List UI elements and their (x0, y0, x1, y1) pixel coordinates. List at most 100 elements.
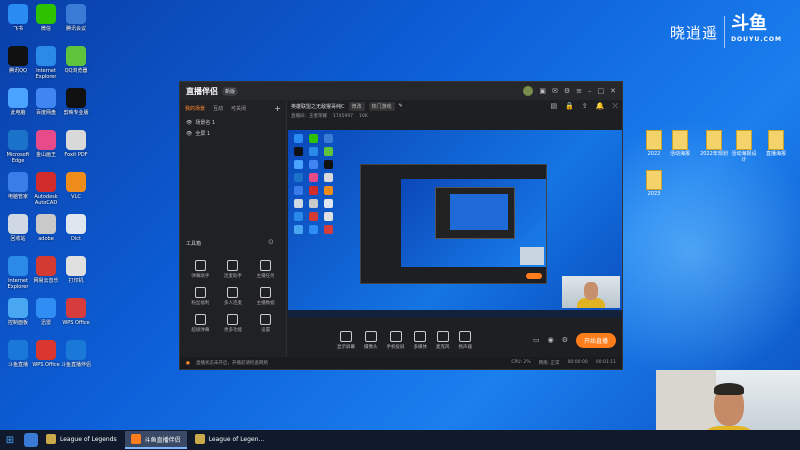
desktop-icon[interactable]: Dict (58, 214, 94, 242)
app-icon (8, 130, 28, 150)
taskbar-item[interactable]: League of Legends (40, 431, 123, 447)
app-icon (66, 46, 86, 66)
desktop-icon[interactable]: WPS Office (58, 298, 94, 326)
source-button[interactable]: 摄像头 (364, 330, 378, 350)
message-icon[interactable]: ✉ (552, 87, 558, 95)
desktop-icon[interactable]: 剪映专业版 (58, 88, 94, 116)
tool-item[interactable]: 粉丝福利 (184, 287, 217, 306)
tab-scenes[interactable]: 我的场景 (185, 105, 205, 112)
gift-icon[interactable]: ▣ (539, 87, 546, 95)
desktop-icon[interactable]: 腾讯会议 (58, 4, 94, 32)
desktop-file[interactable]: 活动海报设计 (730, 130, 758, 163)
source-button[interactable]: 麦克风 (436, 330, 450, 350)
category-select[interactable]: 热门游戏 (368, 101, 395, 111)
eye-icon[interactable]: ◉ (548, 336, 554, 344)
eye-icon[interactable]: 👁 (186, 131, 192, 137)
preview-webcam (562, 276, 620, 308)
tool-item[interactable]: 弹幕助手 (184, 260, 217, 279)
add-scene-icon[interactable]: + (274, 104, 281, 113)
tool-item[interactable]: 设置 (249, 314, 282, 333)
version-badge[interactable]: 新版 (222, 86, 239, 96)
desktop-icon-label: 网易云音乐 (33, 278, 59, 284)
status-bar: ● 直播状态未开启，开播前请检查网络 CPU: 2% 网络: 正常 00:00:… (180, 357, 622, 369)
camera-icon[interactable]: ▭ (533, 336, 540, 344)
desktop-file[interactable]: 2022 (640, 130, 668, 157)
windows-taskbar: ⊞ League of Legends 斗鱼直播伴侣 League of Leg… (0, 430, 800, 450)
tool-item[interactable]: 多人连麦 (217, 287, 250, 306)
avatar[interactable] (523, 86, 534, 96)
desktop-icon-label: adobe (38, 236, 54, 242)
desktop-icon[interactable]: VLC (58, 172, 94, 200)
source-button[interactable]: 显示屏幕 (337, 330, 355, 350)
tool-item[interactable]: 主播任务 (249, 260, 282, 279)
source-icon (459, 330, 472, 342)
taskbar-item[interactable]: 斗鱼直播伴侣 (124, 431, 187, 449)
windows-start-icon[interactable]: ⊞ (0, 430, 20, 450)
desktop-icon-label: 回收站 (10, 236, 26, 242)
taskbar-item-label: League of Legends (60, 435, 117, 443)
lock-icon[interactable]: 🔒 (565, 102, 574, 111)
edit-title-button[interactable]: 修改 (348, 101, 365, 111)
toolbox-settings-icon[interactable]: ⊙ (268, 238, 274, 246)
desktop-icon-label: 飞书 (12, 26, 23, 32)
desktop-icon-label: 腾讯会议 (65, 26, 86, 32)
tool-item[interactable]: 连麦助手 (217, 260, 250, 279)
tool-item[interactable]: 更多功能 (217, 314, 250, 333)
close-icon[interactable]: ✕ (610, 87, 616, 95)
maximize-icon[interactable]: □ (598, 87, 605, 95)
douyu-logo: 斗鱼 DOUYU.COM (724, 15, 782, 48)
taskbar-app-icon (194, 434, 205, 444)
watermark-text: 晓逍遥 (670, 23, 719, 42)
taskbar-item[interactable]: League of Legen... (189, 431, 270, 447)
settings-icon[interactable]: ⚙ (564, 87, 570, 95)
search-icon[interactable] (24, 433, 38, 447)
desktop-icon[interactable]: 打印机 (58, 256, 94, 284)
desktop-icon-label: 迅雷 (40, 320, 51, 326)
app-icon (66, 214, 86, 234)
source-button[interactable]: 手机投屏 (386, 330, 405, 350)
tool-icon (194, 260, 206, 271)
desktop-icon[interactable]: 斗鱼直播伴侣 (58, 340, 94, 368)
tool-label: 超级弹幕 (191, 328, 210, 333)
tab-closable[interactable]: 可关闭 (231, 105, 246, 112)
go-live-button[interactable]: 开始直播 (575, 332, 616, 348)
tool-item[interactable]: 主播数据 (249, 287, 282, 306)
desktop-file[interactable]: 2023 (640, 170, 668, 197)
pencil-icon[interactable]: ✎ (399, 103, 403, 109)
menu-icon[interactable]: ≡ (576, 87, 582, 95)
app-logo: 直播伴侣 (186, 86, 218, 96)
minimize-icon[interactable]: – (588, 87, 592, 95)
tool-icon (260, 314, 272, 325)
notice-icon[interactable]: ▤ (550, 102, 557, 111)
desktop-file[interactable]: 直播海报 (762, 130, 790, 157)
source-label: 手机投屏 (386, 344, 405, 350)
file-label: 2022 (647, 151, 661, 157)
desktop-icon[interactable]: Foxit PDF (58, 130, 94, 158)
app-icon (8, 88, 28, 108)
desktop-icon-label: 腾讯QQ (9, 68, 27, 74)
bell-icon[interactable]: 🔔 (596, 102, 605, 111)
settings-icon[interactable]: ⚙ (562, 336, 568, 344)
taskbar-app-icon (46, 434, 56, 444)
app-icon (66, 340, 86, 360)
desktop-file[interactable]: 活动海报 (666, 130, 694, 157)
share-icon[interactable]: ⇪ (582, 102, 588, 111)
tab-interaction[interactable]: 互动 (213, 105, 223, 112)
eye-icon[interactable]: 👁 (186, 120, 192, 126)
desktop-file[interactable]: 2022年规划 (700, 130, 728, 157)
source-label: 扬声器 (458, 344, 473, 350)
file-icon (672, 130, 688, 150)
app-icon (8, 214, 28, 234)
link-icon[interactable]: ⤫ (612, 102, 618, 111)
scene-item[interactable]: 👁 全屏 1 (180, 128, 286, 139)
scene-item[interactable]: 👁 场景名 1 (180, 117, 286, 128)
source-button[interactable]: 扬声器 (458, 330, 473, 350)
source-button[interactable]: 多媒体 (414, 330, 427, 350)
file-icon (768, 130, 784, 150)
stream-preview[interactable] (288, 130, 622, 318)
tool-item[interactable]: 超级弹幕 (184, 314, 217, 333)
desktop-icon-label: 电脑管家 (7, 194, 28, 200)
app-icon (36, 4, 56, 24)
desktop-icon[interactable]: QQ浏览器 (58, 46, 94, 74)
tool-icon (194, 287, 206, 298)
